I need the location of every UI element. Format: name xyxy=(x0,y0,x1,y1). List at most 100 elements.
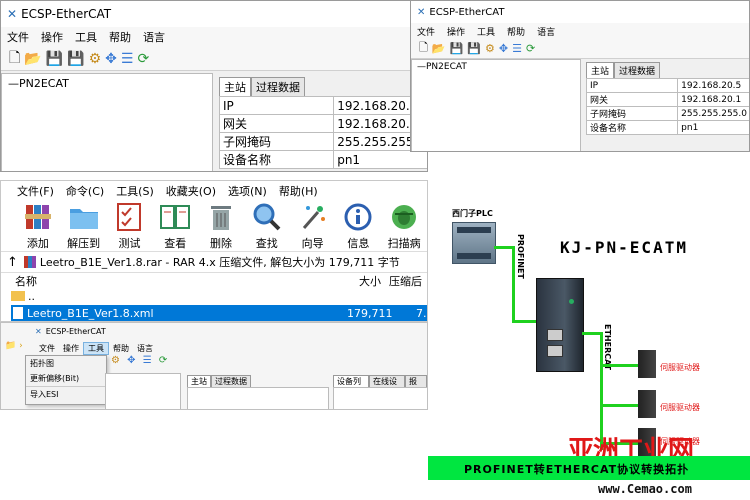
menu-commands[interactable]: 命令(C) xyxy=(60,183,110,199)
tab-master[interactable]: 主站 xyxy=(586,62,615,78)
save-icon[interactable]: 💾 xyxy=(46,51,63,67)
settings-icon[interactable]: ⚙ xyxy=(111,355,120,366)
list-icon[interactable]: ☰ xyxy=(512,42,522,55)
tab-strip: 主站 过程数据 xyxy=(219,77,305,96)
column-compressed[interactable]: 压缩后 xyxy=(389,273,422,289)
menu-operation[interactable]: 操作 xyxy=(441,25,471,38)
servo-label-1: 伺服驱动器 xyxy=(660,363,700,372)
new-file-icon[interactable]: 🗋 xyxy=(9,47,20,71)
save-as-icon[interactable]: 💾 xyxy=(67,51,84,67)
row-key: 设备名称 xyxy=(585,120,679,135)
parent-folder-name: .. xyxy=(28,289,35,303)
plc-io-strip xyxy=(457,227,491,233)
menu-language[interactable]: 语言 xyxy=(133,343,157,354)
menu-item-import-esi[interactable]: 导入ESI xyxy=(26,386,106,402)
view-button[interactable]: 查看 xyxy=(152,201,198,251)
wizard-button[interactable]: 向导 xyxy=(290,201,336,251)
menu-favorites[interactable]: 收藏夹(O) xyxy=(160,183,222,199)
tree-root-item[interactable]: —PN2ECAT xyxy=(417,62,467,72)
table-row: 网关 192.168.20.1 xyxy=(585,92,749,107)
new-file-icon[interactable]: 🗋 xyxy=(419,39,428,58)
find-label: 查找 xyxy=(255,237,278,250)
profinet-label: PROFINET xyxy=(516,234,525,279)
winrar-menu-bar: 文件(F) 命令(C) 工具(S) 收藏夹(O) 选项(N) 帮助(H) xyxy=(1,181,427,201)
info-button[interactable]: 信息 xyxy=(335,201,381,251)
refresh-icon[interactable]: ⟳ xyxy=(159,355,167,366)
device-tree: —PN2ECAT xyxy=(1,73,213,171)
test-button[interactable]: 测试 xyxy=(107,201,153,251)
move-icon[interactable]: ✥ xyxy=(127,355,135,366)
save-icon[interactable]: 💾 xyxy=(450,42,464,55)
list-icon[interactable]: ☰ xyxy=(143,355,152,366)
menu-options[interactable]: 选项(N) xyxy=(222,183,273,199)
tab-process-data[interactable]: 过程数据 xyxy=(251,77,305,96)
path-bar: ↑ Leetro_B1E_Ver1.8.rar - RAR 4.x 压缩文件, … xyxy=(1,251,427,273)
menu-tools[interactable]: 工具 xyxy=(471,25,501,38)
add-button[interactable]: 添加 xyxy=(15,201,61,251)
trash-icon xyxy=(203,201,239,233)
move-icon[interactable]: ✥ xyxy=(105,51,117,67)
menu-file[interactable]: 文件(F) xyxy=(11,183,60,199)
menu-tools[interactable]: 工具 xyxy=(69,29,103,45)
open-folder-icon[interactable]: 📂 xyxy=(24,51,41,67)
move-icon[interactable]: ✥ xyxy=(499,42,508,55)
menu-operation[interactable]: 操作 xyxy=(35,29,69,45)
toolbar: ⚙ ✥ ☰ ⟳ xyxy=(109,355,169,366)
tab-process-data[interactable]: 过程数据 xyxy=(614,62,661,78)
menu-file[interactable]: 文件 xyxy=(411,25,441,38)
row-key: IP xyxy=(585,78,679,93)
column-size[interactable]: 大小 xyxy=(359,273,381,289)
tab-content-panel xyxy=(187,387,329,409)
device-list-panel xyxy=(333,387,427,409)
menu-help[interactable]: 帮助(H) xyxy=(273,183,324,199)
winrar-toolbar: 添加 解压到 测试 查看 删除 查找 向导 信息 扫描病 xyxy=(1,201,427,251)
row-key: 网关 xyxy=(585,92,679,107)
menu-language[interactable]: 语言 xyxy=(137,29,171,45)
tab-master[interactable]: 主站 xyxy=(187,375,211,387)
row-key: IP xyxy=(218,96,335,115)
refresh-icon[interactable]: ⟳ xyxy=(137,51,149,67)
menu-language[interactable]: 语言 xyxy=(531,25,561,38)
refresh-icon[interactable]: ⟳ xyxy=(526,42,535,55)
delete-label: 删除 xyxy=(210,237,233,250)
menu-help[interactable]: 帮助 xyxy=(501,25,531,38)
settings-icon[interactable]: ⚙ xyxy=(485,42,495,55)
row-value[interactable]: pn1 xyxy=(333,150,427,169)
table-row: 网关 192.168.20.1 xyxy=(218,114,427,133)
column-name[interactable]: 名称 xyxy=(15,273,37,289)
app-logo-icon: ✕ xyxy=(35,326,42,336)
settings-icon[interactable]: ⚙ xyxy=(89,51,102,67)
add-label: 添加 xyxy=(26,237,49,250)
virus-scan-button[interactable]: 扫描病 xyxy=(381,201,427,251)
find-button[interactable]: 查找 xyxy=(244,201,290,251)
menu-item-update-offset[interactable]: 更新偏移(Bit) xyxy=(26,371,106,386)
servo-cable-1 xyxy=(600,364,638,367)
window-title: ECSP-EtherCAT xyxy=(429,6,505,18)
menu-tools[interactable]: 工具(S) xyxy=(110,183,160,199)
row-value[interactable]: pn1 xyxy=(677,120,749,135)
window-title: ECSP-EtherCAT xyxy=(21,7,112,21)
row-value[interactable]: 192.168.20.1 xyxy=(677,92,749,107)
tree-root-item[interactable]: —PN2ECAT xyxy=(8,77,69,90)
menu-tools[interactable]: 工具 xyxy=(83,341,109,355)
open-folder-icon[interactable]: 📂 xyxy=(432,42,446,55)
info-label: 信息 xyxy=(347,237,370,250)
menu-help[interactable]: 帮助 xyxy=(103,29,137,45)
menu-help[interactable]: 帮助 xyxy=(109,343,133,354)
save-as-icon[interactable]: 💾 xyxy=(467,42,481,55)
extract-to-button[interactable]: 解压到 xyxy=(61,201,107,251)
delete-button[interactable]: 删除 xyxy=(198,201,244,251)
menu-file[interactable]: 文件 xyxy=(35,343,59,354)
menu-operation[interactable]: 操作 xyxy=(59,343,83,354)
list-icon[interactable]: ☰ xyxy=(121,51,134,67)
tab-master[interactable]: 主站 xyxy=(219,77,251,96)
menu-item-topology[interactable]: 拓扑图 xyxy=(26,356,106,371)
archive-path: Leetro_B1E_Ver1.8.rar - RAR 4.x 压缩文件, 解包… xyxy=(39,256,400,269)
row-value[interactable]: 255.255.255.0 xyxy=(677,106,749,121)
list-item[interactable]: .. xyxy=(11,289,425,303)
up-arrow-icon[interactable]: ↑ xyxy=(1,255,24,270)
list-item[interactable]: Leetro_B1E_Ver1.8.xml 179,711 7. xyxy=(11,305,427,321)
row-value[interactable]: 192.168.20.5 xyxy=(677,78,749,93)
menu-file[interactable]: 文件 xyxy=(1,29,35,45)
tab-process-data[interactable]: 过程数据 xyxy=(211,375,251,387)
